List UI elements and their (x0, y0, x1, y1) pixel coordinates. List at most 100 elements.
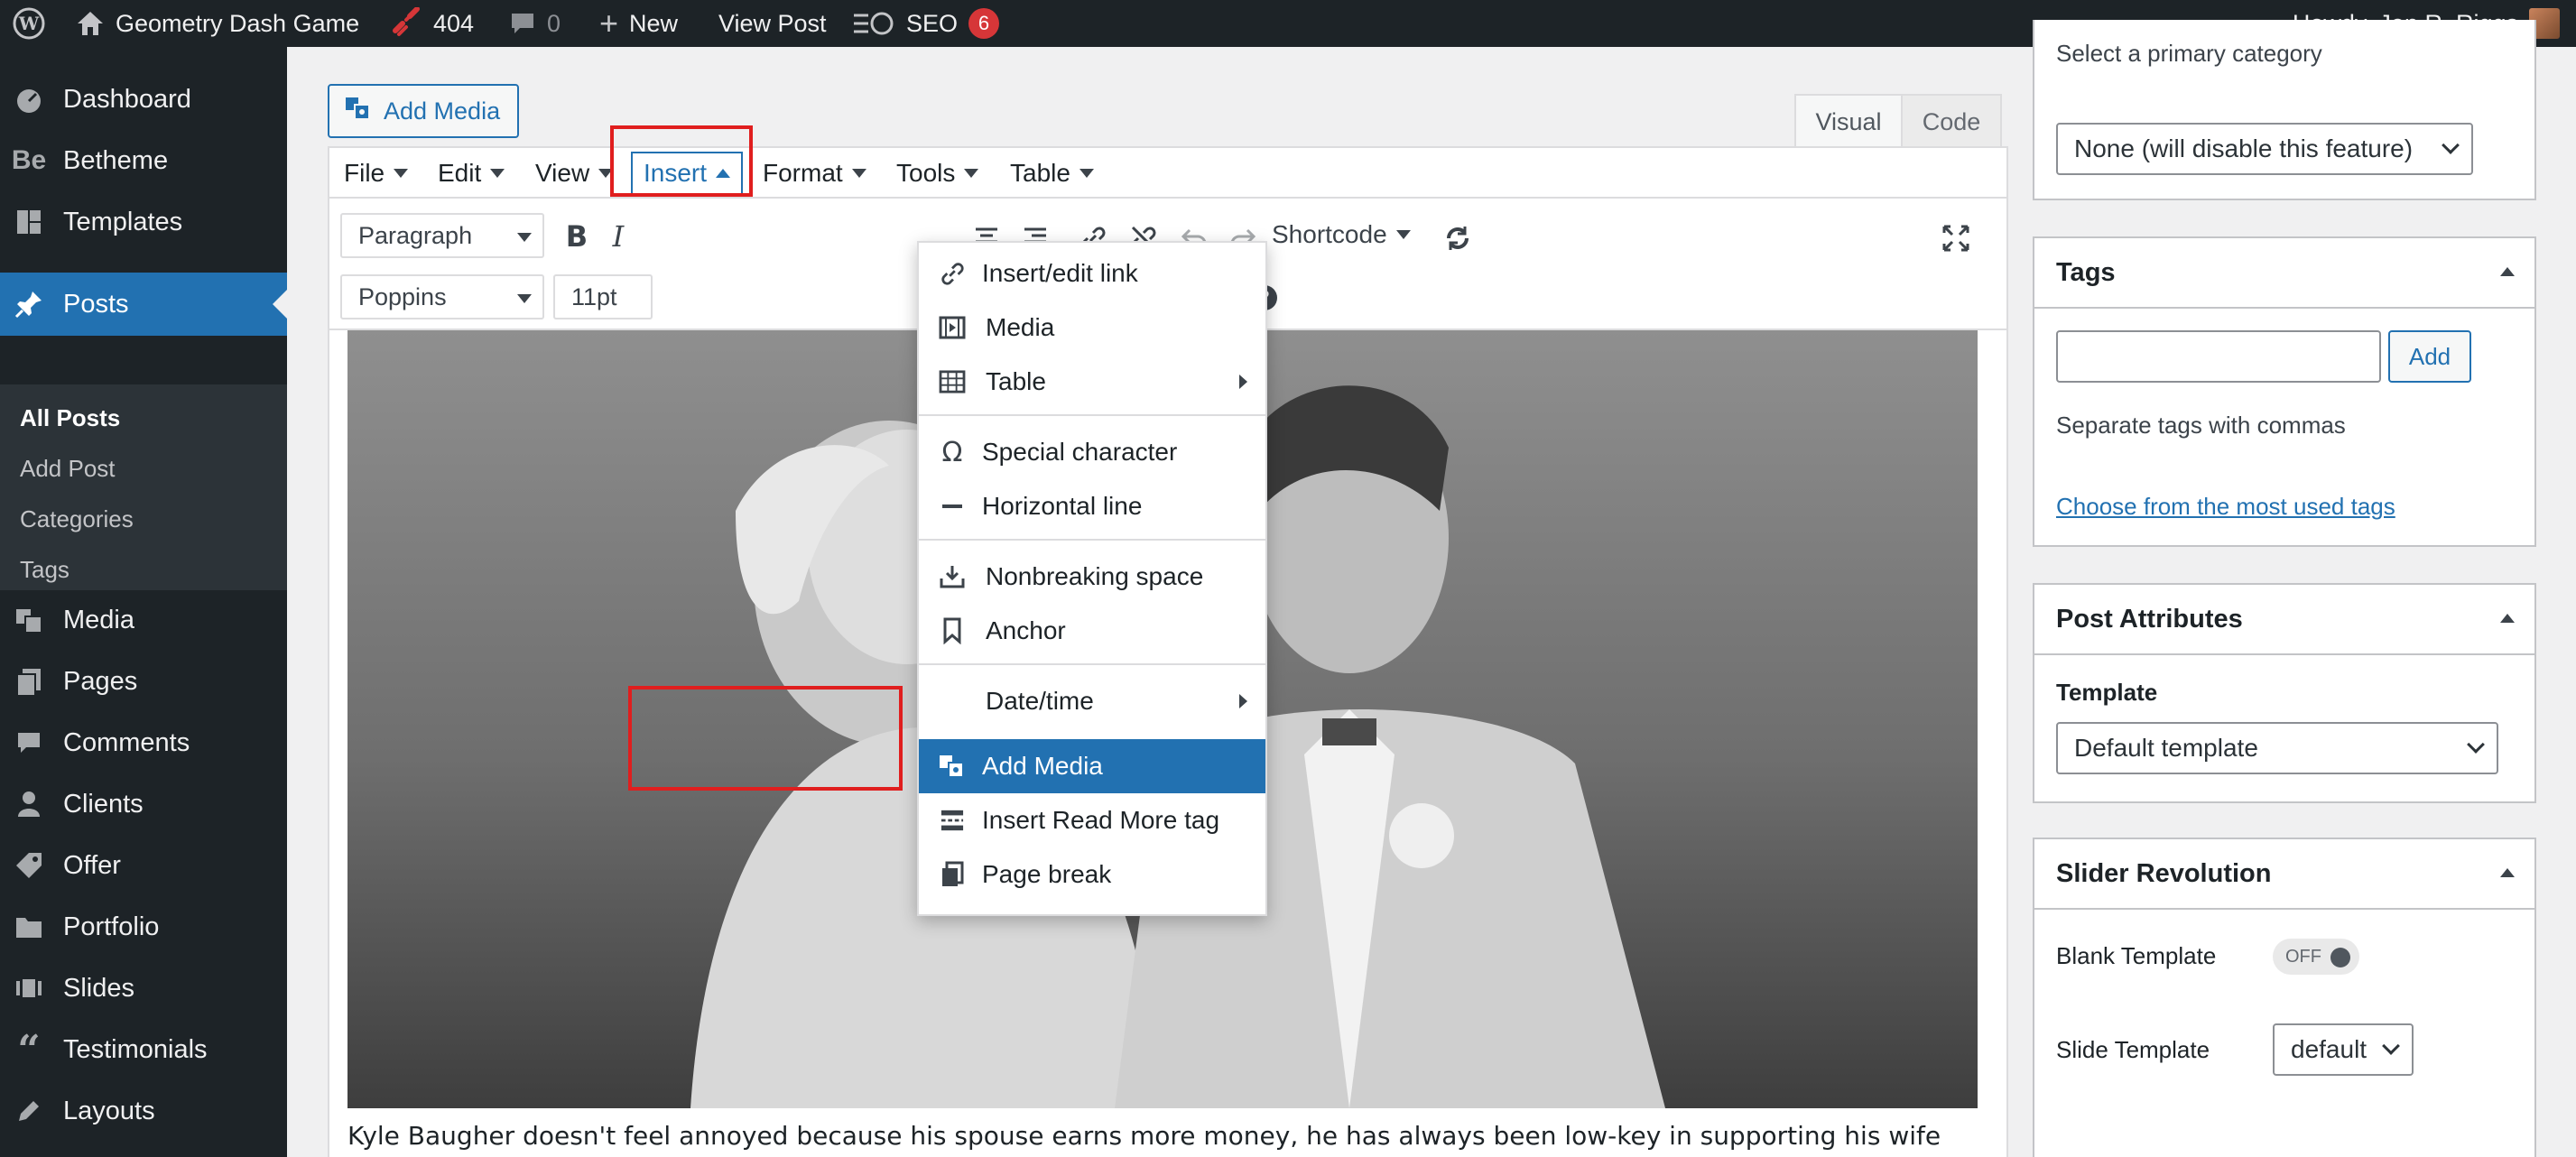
comments-link[interactable]: 0 (509, 0, 561, 47)
menu-insert-label: Insert (644, 159, 708, 187)
tab-visual[interactable]: Visual (1794, 94, 1903, 148)
menu-label: Media (63, 605, 134, 634)
primary-category-select[interactable]: None (will disable this feature) (2056, 123, 2473, 175)
wordpress-logo-icon[interactable]: W (13, 0, 45, 47)
media-item[interactable]: Media (919, 301, 1265, 355)
submenu-all-posts[interactable]: All Posts (20, 404, 120, 432)
submenu-categories[interactable]: Categories (20, 505, 134, 533)
menu-label: Comments (63, 727, 190, 757)
font-size-select[interactable]: 11pt (553, 274, 653, 319)
tab-code[interactable]: Code (1901, 94, 2002, 148)
clients-icon (13, 788, 45, 820)
fullscreen-icon[interactable] (1936, 218, 1976, 258)
menu-pages[interactable]: Pages (0, 652, 287, 711)
chevron-down-icon (2467, 736, 2485, 754)
most-used-tags-link[interactable]: Choose from the most used tags (2056, 493, 2395, 521)
template-value: Default template (2074, 734, 2258, 762)
scrollbar[interactable] (2544, 47, 2576, 1157)
seo-menu[interactable]: SEO 6 (852, 0, 1000, 47)
menu-edit[interactable]: Edit (438, 148, 505, 199)
submenu-add-post[interactable]: Add Post (20, 455, 116, 483)
new-label: New (629, 9, 679, 37)
menu-offer[interactable]: Offer (0, 836, 287, 895)
dd-label: Table (986, 367, 1046, 395)
horizontal-line-item[interactable]: Horizontal line (919, 479, 1265, 533)
slider-revolution-header[interactable]: Slider Revolution (2034, 839, 2534, 910)
dashboard-icon (13, 83, 45, 116)
editor-menubar: File Edit View Insert Format Tools Table (329, 148, 2006, 199)
menu-testimonials[interactable]: “ Testimonials (0, 1020, 287, 1079)
dd-label: Add Media (982, 752, 1103, 780)
add-media-icon (344, 94, 373, 129)
add-media-icon (937, 751, 968, 782)
site-name-link[interactable]: Geometry Dash Game (76, 0, 359, 47)
insert-read-more-item[interactable]: Insert Read More tag (919, 793, 1265, 847)
home-icon (76, 10, 105, 37)
menu-portfolio[interactable]: Portfolio (0, 897, 287, 957)
category-value: None (will disable this feature) (2074, 134, 2414, 162)
menu-view[interactable]: View (535, 148, 614, 199)
collapse-arrow-icon[interactable] (2500, 868, 2515, 877)
dd-label: Insert/edit link (982, 259, 1138, 287)
anchor-item[interactable]: Anchor (919, 604, 1265, 658)
nonbreaking-space-item[interactable]: Nonbreaking space (919, 550, 1265, 604)
broken-links-link[interactable]: 404 (390, 0, 474, 47)
page-break-item[interactable]: Page break (919, 847, 1265, 902)
tags-panel-header[interactable]: Tags (2034, 238, 2534, 309)
slide-template-value: default (2291, 1035, 2368, 1063)
insert-edit-link-item[interactable]: Insert/edit link (919, 246, 1265, 301)
nbsp-icon (937, 561, 968, 592)
menu-table[interactable]: Table (1010, 148, 1094, 199)
template-select[interactable]: Default template (2056, 722, 2498, 774)
chevron-down-icon (2382, 1037, 2400, 1055)
add-media-button[interactable]: Add Media (328, 84, 519, 138)
pages-icon (13, 665, 45, 698)
add-tag-button[interactable]: Add (2388, 330, 2471, 383)
refresh-icon[interactable] (1438, 218, 1478, 258)
bookmark-icon (937, 616, 968, 646)
menu-format[interactable]: Format (763, 148, 866, 199)
menu-comments[interactable]: Comments (0, 713, 287, 773)
collapse-arrow-icon[interactable] (2500, 614, 2515, 623)
date-time-item[interactable]: Date/time (919, 674, 1265, 728)
blank-template-toggle[interactable]: OFF (2273, 939, 2359, 975)
new-content-link[interactable]: + New (599, 0, 678, 47)
dd-label: Nonbreaking space (986, 562, 1204, 590)
post-body-text[interactable]: Kyle Baugher doesn't feel annoyed becaus… (347, 1121, 1990, 1151)
submenu-tags[interactable]: Tags (20, 556, 69, 584)
menu-clients[interactable]: Clients (0, 774, 287, 834)
chevron-down-icon (598, 169, 614, 178)
link-icon (937, 258, 968, 289)
tag-input[interactable] (2056, 330, 2381, 383)
dd-label: Special character (982, 438, 1178, 466)
menu-tools[interactable]: Tools (896, 148, 979, 199)
slide-template-select[interactable]: default (2273, 1023, 2414, 1076)
italic-icon[interactable]: I (598, 217, 638, 256)
table-item[interactable]: Table (919, 355, 1265, 409)
special-character-item[interactable]: Ω Special character (919, 425, 1265, 479)
menu-slides[interactable]: Slides (0, 958, 287, 1018)
menu-layouts[interactable]: Layouts (0, 1081, 287, 1141)
post-attributes-header[interactable]: Post Attributes (2034, 585, 2534, 655)
chevron-down-icon (490, 169, 505, 178)
add-tag-label: Add (2408, 342, 2451, 370)
menu-media[interactable]: Media (0, 590, 287, 650)
templates-icon (13, 206, 45, 238)
menu-dashboard[interactable]: Dashboard (0, 69, 287, 129)
menu-divider (919, 414, 1265, 416)
menu-posts[interactable]: Posts (0, 273, 287, 336)
menu-insert[interactable]: Insert (631, 152, 744, 195)
add-media-item[interactable]: Add Media (919, 739, 1265, 793)
font-family-select[interactable]: Poppins (340, 274, 544, 319)
seo-label: SEO (906, 9, 959, 37)
collapse-arrow-icon[interactable] (2500, 267, 2515, 276)
format-select[interactable]: Paragraph (340, 213, 544, 258)
shortcode-dropdown[interactable]: Shortcode (1272, 215, 1411, 255)
menu-betheme[interactable]: Be Betheme (0, 131, 287, 190)
view-post-link[interactable]: View Post (718, 0, 827, 47)
posts-submenu: All Posts Add Post Categories Tags (0, 384, 287, 590)
menu-label: Clients (63, 789, 144, 819)
menu-file[interactable]: File (344, 148, 409, 199)
bold-icon[interactable]: B (557, 217, 597, 256)
menu-templates[interactable]: Templates (0, 192, 287, 252)
